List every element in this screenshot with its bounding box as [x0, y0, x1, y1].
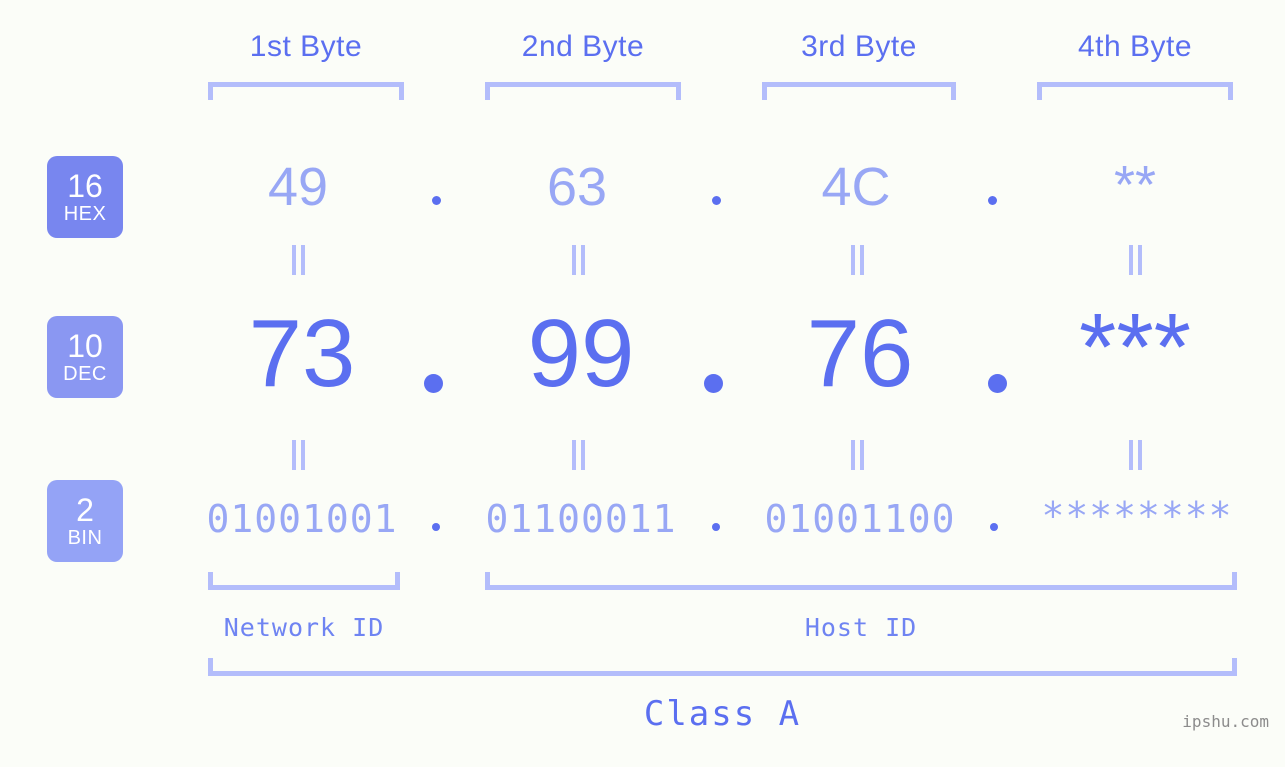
hex-separator-dot-3 — [988, 196, 997, 205]
bin-value-byte-3: 01001100 — [764, 497, 956, 541]
base-badge-hex-label: HEX — [63, 203, 107, 225]
base-badge-dec[interactable]: 10 DEC — [47, 316, 123, 398]
byte-header-1-label: 1st Byte — [249, 30, 363, 63]
byte-bracket-3 — [762, 82, 956, 100]
equals-connector-2-3 — [851, 440, 864, 470]
byte-header-4: 4th Byte — [1037, 30, 1233, 64]
dec-value-byte-3: 76 — [806, 300, 914, 407]
byte-bracket-1 — [208, 82, 404, 100]
ip-address-breakdown-diagram: 1st Byte 2nd Byte 3rd Byte 4th Byte 16 H… — [0, 0, 1285, 767]
byte-header-3: 3rd Byte — [762, 30, 956, 64]
bin-value-byte-4: ******** — [1041, 494, 1233, 538]
host-id-bracket — [485, 572, 1237, 590]
byte-bracket-4 — [1037, 82, 1233, 100]
base-badge-bin-number: 2 — [76, 492, 94, 528]
bin-value-byte-1: 01001001 — [206, 497, 398, 541]
equals-connector-2-4 — [1129, 440, 1142, 470]
dec-separator-dot-3 — [988, 374, 1007, 393]
dec-value-byte-2: 99 — [527, 300, 635, 407]
watermark: ipshu.com — [1182, 712, 1269, 731]
hex-value-byte-4: ** — [1113, 155, 1157, 215]
hex-separator-dot-1 — [432, 196, 441, 205]
byte-bracket-2 — [485, 82, 681, 100]
byte-header-2-label: 2nd Byte — [521, 30, 645, 63]
equals-connector-2-1 — [292, 440, 305, 470]
byte-header-3-label: 3rd Byte — [801, 30, 917, 63]
base-badge-bin-label: BIN — [67, 527, 103, 549]
base-badge-bin[interactable]: 2 BIN — [47, 480, 123, 562]
equals-connector-2-2 — [572, 440, 585, 470]
bin-separator-dot-2 — [712, 523, 720, 531]
byte-header-4-label: 4th Byte — [1077, 30, 1193, 63]
equals-connector-1-3 — [851, 245, 864, 275]
dec-separator-dot-1 — [424, 374, 443, 393]
bin-value-byte-2: 01100011 — [485, 497, 677, 541]
equals-connector-1-4 — [1129, 245, 1142, 275]
dec-value-byte-4: *** — [1078, 294, 1192, 401]
bin-separator-dot-3 — [990, 523, 998, 531]
equals-connector-1-1 — [292, 245, 305, 275]
byte-header-1: 1st Byte — [208, 30, 404, 64]
hex-separator-dot-2 — [712, 196, 721, 205]
host-id-label: Host ID — [804, 613, 918, 642]
byte-header-2: 2nd Byte — [485, 30, 681, 64]
bin-separator-dot-1 — [432, 523, 440, 531]
dec-separator-dot-2 — [704, 374, 723, 393]
equals-connector-1-2 — [572, 245, 585, 275]
class-bracket — [208, 658, 1237, 676]
base-badge-dec-number: 10 — [67, 328, 103, 364]
class-label: Class A — [643, 694, 802, 734]
network-id-bracket — [208, 572, 400, 590]
hex-value-byte-2: 63 — [546, 157, 608, 217]
base-badge-hex-number: 16 — [67, 168, 103, 204]
base-badge-dec-label: DEC — [63, 363, 107, 385]
hex-value-byte-3: 4C — [821, 157, 891, 217]
dec-value-byte-1: 73 — [248, 300, 356, 407]
network-id-label: Network ID — [223, 613, 385, 642]
base-badge-hex[interactable]: 16 HEX — [47, 156, 123, 238]
hex-value-byte-1: 49 — [267, 157, 329, 217]
